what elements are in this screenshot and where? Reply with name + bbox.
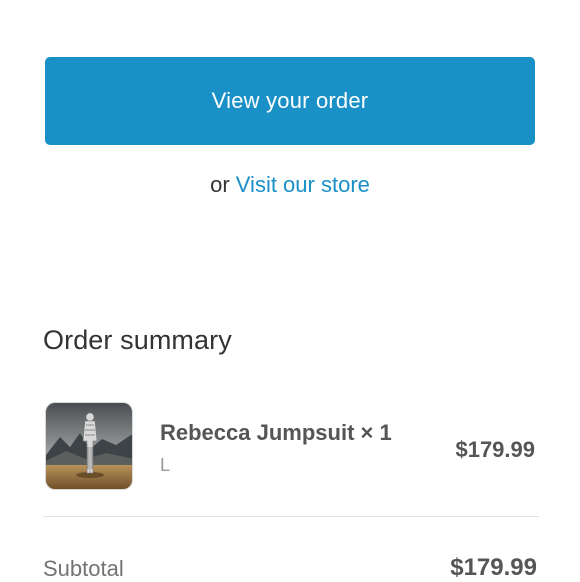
alt-prefix-text: or [210, 172, 230, 197]
order-summary-title: Order summary [43, 325, 232, 355]
product-photo-icon [46, 403, 132, 489]
product-variant: L [160, 455, 171, 475]
product-price: $179.99 [455, 437, 535, 462]
visit-store-link[interactable]: Visit our store [236, 172, 370, 197]
view-order-button[interactable]: View your order [45, 57, 535, 145]
subtotal-value: $179.99 [450, 554, 537, 581]
summary-divider [43, 516, 539, 517]
product-thumbnail [45, 402, 133, 490]
product-name: Rebecca Jumpsuit × 1 [160, 420, 392, 445]
subtotal-label: Subtotal [43, 556, 124, 581]
alternate-action-line: or Visit our store [0, 172, 580, 198]
